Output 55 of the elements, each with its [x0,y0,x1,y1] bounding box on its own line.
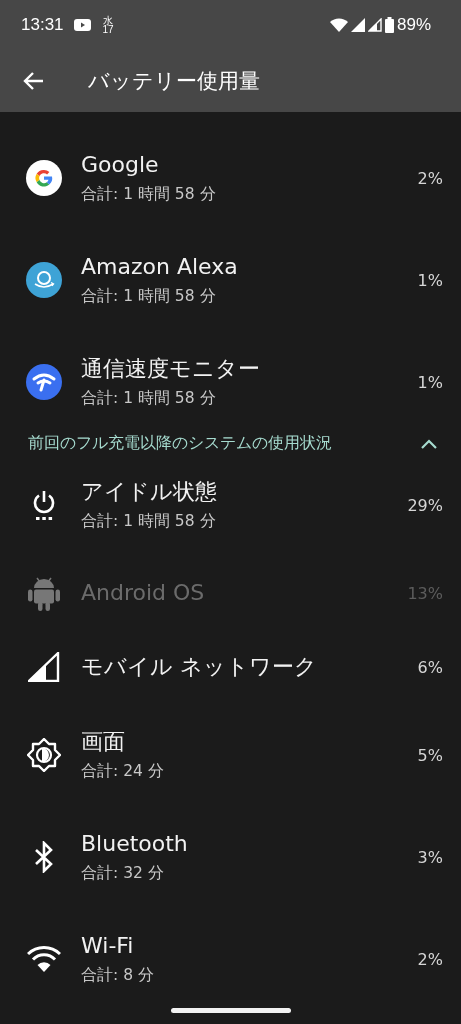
calendar-day: 水 [103,16,114,25]
battery-usage-row[interactable]: Google 合計: 1 時間 58 分 2% [0,127,461,229]
item-title: Android OS [81,579,205,607]
battery-usage-row[interactable]: 通信速度モニター 合計: 1 時間 58 分 1% [0,331,461,433]
item-title: 通信速度モニター [81,355,260,383]
usage-percent: 5% [417,745,443,765]
bluetooth-icon [34,841,54,873]
google-icon [26,160,62,196]
usage-time: 合計: 1 時間 58 分 [81,388,216,409]
brightness-icon [27,738,61,772]
usage-time: 合計: 1 時間 58 分 [81,184,216,205]
gesture-handle[interactable] [171,1008,291,1013]
usage-percent: 13% [407,583,443,603]
usage-time: 合計: 8 分 [81,965,154,986]
smile-logo-icon [26,262,62,298]
usage-time: 合計: 32 分 [81,863,164,884]
item-title: モバイル ネットワーク [81,653,317,681]
battery-usage-row[interactable]: アイドル状態 合計: 1 時間 58 分 29% [0,454,461,556]
wifi-icon [329,18,348,32]
battery-usage-row[interactable]: 画面 合計: 24 分 5% [0,704,461,806]
usage-percent: 1% [417,270,443,290]
battery-usage-row[interactable]: Amazon Alexa 合計: 1 時間 58 分 1% [0,229,461,331]
cell-signal-icon [367,18,382,32]
wifi-icon [27,946,61,972]
usage-percent: 29% [407,495,443,515]
battery-percent: 89% [396,15,431,35]
usage-time: 合計: 24 分 [81,761,164,782]
item-title: Wi-Fi [81,932,134,960]
item-title: Google [81,151,159,179]
page-title: バッテリー使用量 [88,68,260,95]
power-icon [31,489,57,521]
usage-time: 合計: 1 時間 58 分 [81,511,216,532]
usage-percent: 6% [417,657,443,677]
battery-usage-row[interactable]: モバイル ネットワーク 6% [0,630,461,704]
usage-percent: 3% [417,847,443,867]
item-title: 画面 [81,728,125,756]
usage-percent: 2% [417,168,443,188]
speed-monitor-icon [26,364,62,400]
android-robot-icon [28,575,60,611]
video-play-icon [73,19,91,31]
collapse-button[interactable] [421,438,437,449]
battery-usage-row[interactable]: Bluetooth 合計: 32 分 3% [0,806,461,908]
usage-percent: 2% [417,949,443,969]
item-title: Amazon Alexa [81,253,238,281]
battery-icon [384,17,394,33]
usage-percent: 1% [417,372,443,392]
cell-signal-icon [350,18,365,32]
item-title: Bluetooth [81,830,188,858]
cell-signal-icon [28,652,60,682]
section-title: 前回のフル充電以降のシステムの使用状況 [28,433,333,454]
calendar-date: 17 [102,25,114,34]
clock: 13:31 [21,15,64,35]
battery-usage-row[interactable]: Wi-Fi 合計: 8 分 2% [0,908,461,1009]
usage-time: 合計: 1 時間 58 分 [81,286,216,307]
item-title: アイドル状態 [81,478,217,506]
